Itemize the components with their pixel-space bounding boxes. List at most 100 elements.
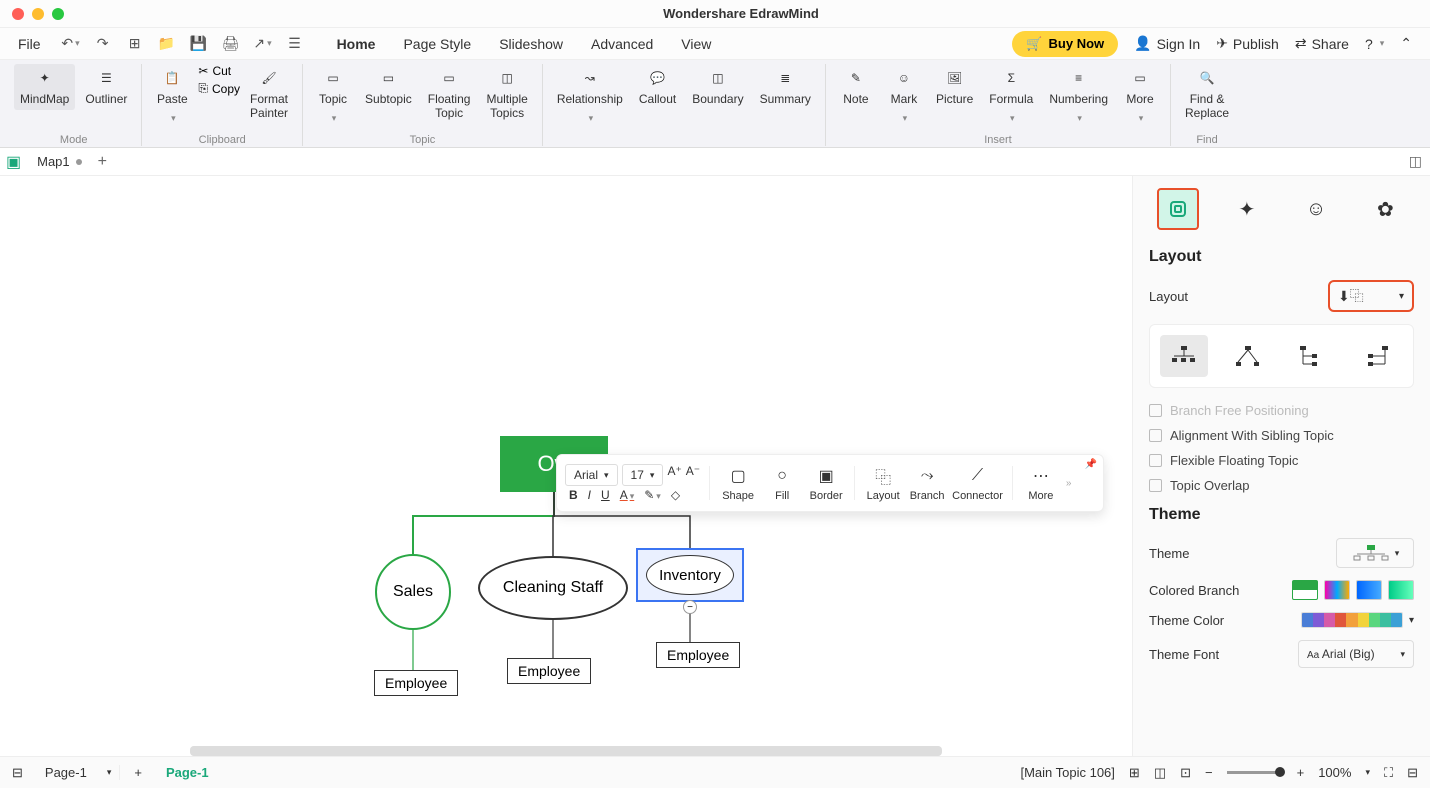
outliner-button[interactable]: ☰Outliner xyxy=(79,64,133,110)
flexible-floating-checkbox[interactable]: Flexible Floating Topic xyxy=(1133,448,1430,473)
font-family-select[interactable]: Arial▾ xyxy=(565,464,618,486)
italic-button[interactable]: I xyxy=(588,488,591,502)
colored-branch-swatch-1[interactable] xyxy=(1292,580,1318,600)
pin-icon[interactable]: 📌 xyxy=(1085,459,1097,470)
fullscreen-button[interactable]: ⛶ xyxy=(1384,765,1393,781)
theme-color-chevron-icon[interactable]: ▾ xyxy=(1409,615,1414,626)
copy-button[interactable]: ⎘Copy xyxy=(198,81,240,96)
side-tab-emoji[interactable]: ☺ xyxy=(1295,188,1337,230)
more-tools-button[interactable]: ⋯More xyxy=(1022,465,1060,502)
cut-button[interactable]: ✂Cut xyxy=(198,64,240,78)
bold-button[interactable]: B xyxy=(569,488,578,502)
zoom-slider[interactable] xyxy=(1227,771,1283,774)
font-shrink-button[interactable]: A⁻ xyxy=(686,464,700,486)
node-employee-3[interactable]: Employee xyxy=(656,642,740,668)
mindmap-button[interactable]: ✦MindMap xyxy=(14,64,75,110)
zoom-chevron-icon[interactable]: ▾ xyxy=(1365,767,1370,778)
layout-option-3[interactable] xyxy=(1288,335,1336,377)
tab-page-style[interactable]: Page Style xyxy=(401,32,473,56)
layout-button[interactable]: ⿻Layout xyxy=(864,465,902,502)
node-employee-2[interactable]: Employee xyxy=(507,658,591,684)
fill-button[interactable]: ○Fill xyxy=(763,465,801,502)
side-tab-clipart[interactable]: ✿ xyxy=(1364,188,1406,230)
connector-button[interactable]: ⟋Connector xyxy=(952,465,1003,502)
colored-branch-swatch-3[interactable] xyxy=(1356,580,1382,600)
page-tab-1[interactable]: Page-1 xyxy=(156,765,219,780)
pane-toggle-icon[interactable]: ⊟ xyxy=(12,765,23,781)
theme-color-strip[interactable] xyxy=(1301,612,1403,628)
minimize-window-button[interactable] xyxy=(32,8,44,20)
tab-home[interactable]: Home xyxy=(335,32,378,56)
buy-now-button[interactable]: 🛒Buy Now xyxy=(1012,31,1118,57)
export-button[interactable]: ↗ xyxy=(253,34,273,54)
layout-option-4[interactable] xyxy=(1352,335,1400,377)
toggle-side-panel-button[interactable]: ◫ xyxy=(1409,153,1422,170)
picture-button[interactable]: 🖼Picture xyxy=(930,64,979,110)
find-replace-button[interactable]: 🔍Find & Replace xyxy=(1179,64,1235,125)
doc-tab-map1[interactable]: Map1 xyxy=(31,154,88,169)
node-employee-1[interactable]: Employee xyxy=(374,670,458,696)
collapse-ribbon-button[interactable]: ⌃ xyxy=(1400,35,1412,52)
relationship-button[interactable]: ↝Relationship xyxy=(551,64,629,129)
tab-slideshow[interactable]: Slideshow xyxy=(497,32,565,56)
maximize-window-button[interactable] xyxy=(52,8,64,20)
zoom-out-button[interactable]: − xyxy=(1205,765,1213,780)
collapse-node-button[interactable]: − xyxy=(683,600,697,614)
file-menu[interactable]: File xyxy=(18,36,41,52)
help-button[interactable]: ? xyxy=(1365,36,1384,52)
open-button[interactable]: 📁 xyxy=(157,34,177,54)
boundary-button[interactable]: ◫Boundary xyxy=(686,64,749,110)
formula-button[interactable]: ΣFormula xyxy=(983,64,1039,129)
undo-button[interactable]: ↶ xyxy=(61,34,81,54)
branch-button[interactable]: ⤳Branch xyxy=(908,465,946,502)
multiple-topics-button[interactable]: ◫Multiple Topics xyxy=(480,64,533,125)
layout-option-2[interactable] xyxy=(1224,335,1272,377)
save-button[interactable]: 💾 xyxy=(189,34,209,54)
layout-option-1[interactable] xyxy=(1160,335,1208,377)
mark-button[interactable]: ☺Mark xyxy=(882,64,926,129)
summary-button[interactable]: ≣Summary xyxy=(754,64,817,110)
sign-in-button[interactable]: 👤Sign In xyxy=(1134,35,1200,52)
add-doc-tab-button[interactable]: + xyxy=(98,153,107,171)
subtopic-button[interactable]: ▭Subtopic xyxy=(359,64,418,110)
new-button[interactable]: ⊞ xyxy=(125,34,145,54)
node-sales[interactable]: Sales xyxy=(375,554,451,630)
topic-overlap-checkbox[interactable]: Topic Overlap xyxy=(1133,473,1430,498)
redo-button[interactable]: ↷ xyxy=(93,34,113,54)
more-button[interactable]: ▭More xyxy=(1118,64,1162,129)
fit-button[interactable]: ⊟ xyxy=(1407,765,1418,781)
side-tab-layout[interactable] xyxy=(1157,188,1199,230)
publish-button[interactable]: ✈Publish xyxy=(1216,35,1279,52)
layout-dropdown[interactable]: ⬇⿻▾ xyxy=(1328,280,1414,312)
close-window-button[interactable] xyxy=(12,8,24,20)
tab-advanced[interactable]: Advanced xyxy=(589,32,655,56)
print-button[interactable]: 🖨 xyxy=(221,34,241,54)
node-inventory-selected[interactable]: Inventory xyxy=(636,548,744,602)
note-button[interactable]: ✎Note xyxy=(834,64,878,110)
font-grow-button[interactable]: A⁺ xyxy=(667,464,681,486)
callout-button[interactable]: 💬Callout xyxy=(633,64,682,110)
theme-font-dropdown[interactable]: Aa Arial (Big)▾ xyxy=(1298,640,1414,668)
font-size-select[interactable]: 17▾ xyxy=(622,464,664,486)
topic-button[interactable]: ▭Topic xyxy=(311,64,355,129)
numbering-button[interactable]: ≡Numbering xyxy=(1043,64,1114,129)
canvas[interactable]: Ow Sales Cleaning Staff Inventory − Empl… xyxy=(0,176,1132,756)
view-mode-3-icon[interactable]: ⊡ xyxy=(1180,765,1191,781)
clear-format-button[interactable]: ◇ xyxy=(671,488,680,502)
paste-button[interactable]: 📋Paste xyxy=(150,64,194,129)
floating-topic-button[interactable]: ▭Floating Topic xyxy=(422,64,477,125)
colored-branch-swatch-2[interactable] xyxy=(1324,580,1350,600)
format-painter-button[interactable]: 🖌Format Painter xyxy=(244,64,294,125)
theme-dropdown[interactable]: ▾ xyxy=(1336,538,1414,568)
shape-button[interactable]: ▢Shape xyxy=(719,465,757,502)
underline-button[interactable]: U xyxy=(601,488,610,502)
options-button[interactable]: ☰ xyxy=(285,34,305,54)
view-mode-2-icon[interactable]: ◫ xyxy=(1154,765,1166,781)
alignment-sibling-checkbox[interactable]: Alignment With Sibling Topic xyxy=(1133,423,1430,448)
highlight-button[interactable]: ✎ xyxy=(644,488,661,502)
add-page-button[interactable]: + xyxy=(134,765,142,780)
share-button[interactable]: ⇄Share xyxy=(1295,35,1349,52)
colored-branch-swatch-4[interactable] xyxy=(1388,580,1414,600)
node-cleaning-staff[interactable]: Cleaning Staff xyxy=(478,556,628,620)
tab-view[interactable]: View xyxy=(679,32,713,56)
